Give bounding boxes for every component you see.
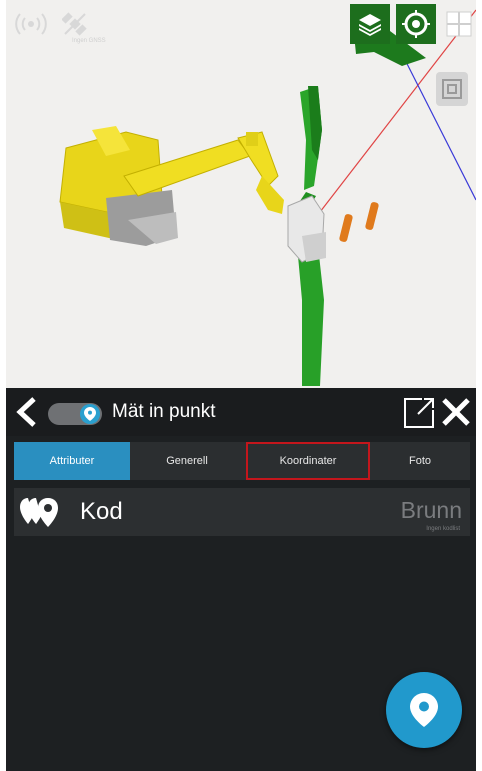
satellite-off-icon[interactable] [62, 11, 88, 37]
tab-generell[interactable]: Generell [130, 442, 244, 480]
chevron-left-icon[interactable] [12, 396, 42, 428]
tab-attributer[interactable]: Attributer [14, 442, 130, 480]
panel-header: Mät in punkt [6, 388, 476, 436]
multi-pin-icon [20, 496, 64, 533]
axis-line-blue [395, 41, 476, 201]
attribute-sub-value: Ingen kodlist [426, 526, 460, 532]
tab-koordinater[interactable]: Koordinater [246, 442, 370, 480]
satellite-caption: Ingen GNSS [72, 38, 106, 44]
layers-icon[interactable] [350, 4, 390, 44]
attribute-value: Brunn [400, 497, 462, 523]
measure-point-button[interactable] [386, 672, 462, 748]
orange-marker [339, 214, 353, 242]
orange-marker [365, 202, 379, 230]
wireless-signal-icon[interactable] [14, 12, 48, 36]
status-bar [14, 6, 88, 42]
tab-foto[interactable]: Foto [370, 442, 470, 480]
attribute-row-kod[interactable]: Kod Brunn Ingen kodlist [14, 488, 470, 536]
location-toggle[interactable] [48, 403, 102, 425]
map-3d-viewport[interactable]: Ingen GNSS [6, 0, 476, 388]
app-frame: Ingen GNSS Mät in punkt Attributer Gener… [6, 0, 476, 771]
valve-component-model [287, 195, 326, 263]
location-pin-icon [410, 693, 438, 727]
layout-icon[interactable] [442, 4, 476, 44]
close-icon[interactable] [440, 396, 472, 433]
target-icon[interactable] [396, 4, 436, 44]
view-3d-icon[interactable] [436, 72, 468, 106]
measure-point-panel: Mät in punkt Attributer Generell Koordin… [6, 388, 476, 771]
location-pin-icon [80, 404, 100, 424]
external-link-icon[interactable] [402, 396, 436, 435]
scene-3d [59, 9, 476, 386]
excavator-model [59, 126, 284, 246]
map-toolbar [350, 4, 476, 44]
attribute-label: Kod [80, 498, 123, 525]
tab-bar: Attributer Generell Koordinater Foto [14, 442, 470, 480]
page-title: Mät in punkt [112, 401, 216, 422]
